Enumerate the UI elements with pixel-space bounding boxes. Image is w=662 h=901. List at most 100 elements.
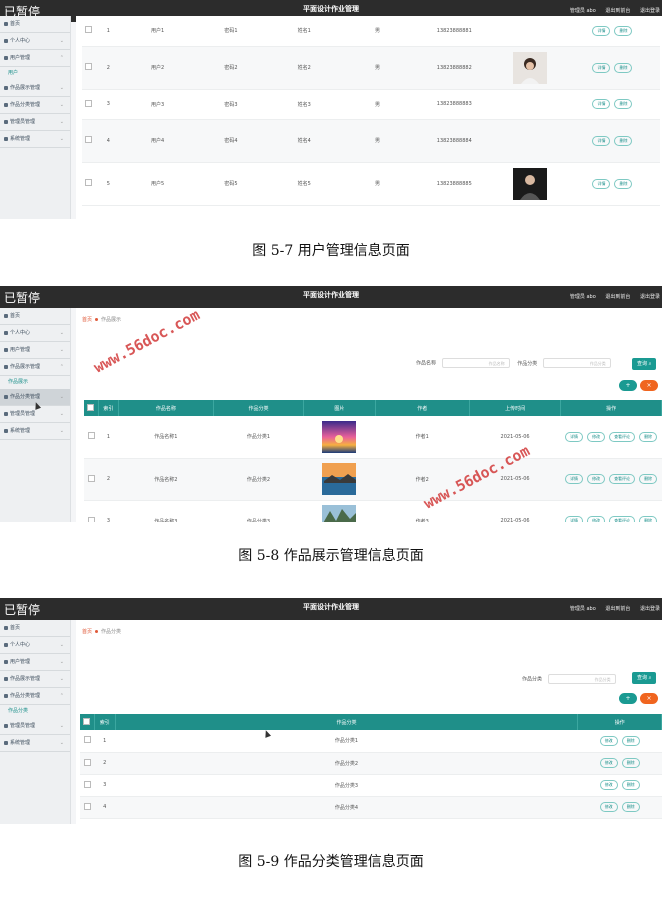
delete-button[interactable]: 删除 bbox=[614, 99, 633, 109]
detail-button[interactable]: 详情 bbox=[592, 25, 611, 36]
delete-button[interactable]: 删除 bbox=[639, 474, 658, 484]
row-checkbox[interactable] bbox=[84, 416, 99, 459]
chevron-down-icon: ⌄ bbox=[59, 740, 64, 746]
row-checkbox[interactable] bbox=[82, 46, 96, 90]
delete-button[interactable]: 删除 bbox=[621, 780, 640, 790]
row-checkbox[interactable] bbox=[80, 752, 95, 775]
logout-link[interactable]: 退出登录 bbox=[640, 8, 660, 14]
edit-button[interactable]: 修改 bbox=[587, 474, 606, 484]
nav-works-category[interactable]: 作品分类管理 ⌃ bbox=[0, 688, 70, 705]
nav-admins[interactable]: 管理员管理 ⌄ bbox=[0, 114, 70, 131]
row-checkbox[interactable] bbox=[82, 162, 96, 206]
delete-button[interactable]: 删除 bbox=[639, 516, 658, 522]
nav-sub-works-display[interactable]: 作品展示 bbox=[0, 376, 70, 389]
search-button[interactable]: 查询 ⌕ bbox=[632, 672, 657, 684]
nav-sub-users[interactable]: 用户 bbox=[0, 67, 70, 80]
search-label-category: 作品分类 bbox=[517, 360, 538, 367]
edit-button[interactable]: 修改 bbox=[599, 735, 618, 746]
nav-sub-works-category[interactable]: 作品分类 bbox=[0, 705, 70, 718]
nav-home[interactable]: 首页 bbox=[0, 16, 70, 33]
row-checkbox[interactable] bbox=[84, 458, 99, 501]
nav-system[interactable]: 系统管理 ⌄ bbox=[0, 735, 70, 752]
nav-system[interactable]: 系统管理 ⌄ bbox=[0, 423, 70, 440]
logout-link[interactable]: 退出登录 bbox=[640, 606, 660, 612]
row-checkbox[interactable] bbox=[82, 16, 96, 47]
edit-button[interactable]: 修改 bbox=[599, 780, 618, 790]
user-table: 1 用户1 密码1 姓名1 男 13823888881 详情 删除 2 用户2 密码2 姓名2 男 138… bbox=[82, 16, 660, 206]
breadcrumb-home[interactable]: 首页 bbox=[82, 317, 92, 323]
search-button[interactable]: 查询 ⌕ bbox=[632, 358, 657, 370]
admin-user-label: 管理员 abo bbox=[569, 606, 596, 612]
header-author: 作者 bbox=[375, 400, 471, 416]
edit-button[interactable]: 修改 bbox=[587, 516, 606, 522]
nav-admins[interactable]: 管理员管理 ⌄ bbox=[0, 718, 70, 735]
add-button[interactable]: + bbox=[619, 693, 637, 704]
logout-link[interactable]: 退出登录 bbox=[640, 294, 660, 300]
row-checkbox[interactable] bbox=[80, 774, 95, 797]
detail-button[interactable]: 详情 bbox=[592, 135, 611, 146]
view-comments-button[interactable]: 查看评论 bbox=[609, 516, 636, 522]
detail-button[interactable]: 详情 bbox=[565, 516, 584, 522]
delete-button[interactable]: 删除 bbox=[614, 25, 633, 36]
header-checkbox[interactable] bbox=[80, 714, 95, 730]
nav-works-display[interactable]: 作品展示管理 ⌃ bbox=[0, 359, 70, 376]
search-input-category[interactable]: 作品分类 bbox=[542, 358, 611, 368]
row-checkbox[interactable] bbox=[82, 119, 96, 163]
row-checkbox[interactable] bbox=[80, 730, 95, 753]
view-comments-button[interactable]: 查看评论 bbox=[609, 431, 636, 442]
header-checkbox[interactable] bbox=[84, 400, 99, 416]
nav-works-display[interactable]: 作品展示管理 ⌄ bbox=[0, 80, 70, 97]
delete-button[interactable]: 删除 bbox=[614, 62, 633, 73]
nav-works-display[interactable]: 作品展示管理 ⌄ bbox=[0, 671, 70, 688]
add-button[interactable]: + bbox=[619, 380, 637, 391]
cell-photo bbox=[494, 46, 565, 90]
nav-system[interactable]: 系统管理 ⌄ bbox=[0, 131, 70, 148]
nav-works-category[interactable]: 作品分类管理 ⌄ bbox=[0, 97, 70, 114]
row-checkbox[interactable] bbox=[84, 500, 99, 522]
cell-work-category: 作品分类2 bbox=[213, 458, 304, 501]
edit-button[interactable]: 修改 bbox=[599, 802, 618, 812]
edit-button[interactable]: 修改 bbox=[599, 758, 618, 768]
nav-users[interactable]: 用户管理 ⌃ bbox=[0, 50, 70, 67]
detail-button[interactable]: 详情 bbox=[592, 62, 611, 73]
nav-users[interactable]: 用户管理 ⌄ bbox=[0, 342, 70, 359]
breadcrumb-dot-icon bbox=[95, 630, 99, 633]
chevron-down-icon: ⌄ bbox=[59, 136, 64, 142]
cell-index: 3 bbox=[98, 500, 119, 522]
nav-personal[interactable]: 个人中心 ⌄ bbox=[0, 325, 70, 342]
delete-button[interactable]: 删除 bbox=[621, 758, 640, 768]
goto-front-link[interactable]: 退出到前台 bbox=[605, 8, 630, 14]
delete-button[interactable]: 删除 bbox=[621, 802, 640, 812]
delete-button[interactable]: 删除 bbox=[621, 735, 640, 746]
nav-personal[interactable]: 个人中心 ⌄ bbox=[0, 637, 70, 654]
nav-home[interactable]: 首页 bbox=[0, 308, 70, 325]
cell-operations: 详情 删除 bbox=[564, 89, 660, 120]
nav-personal[interactable]: 个人中心 ⌄ bbox=[0, 33, 70, 50]
search-input-name[interactable]: 作品名称 bbox=[441, 358, 510, 368]
detail-button[interactable]: 详情 bbox=[565, 431, 584, 442]
search-input-category[interactable]: 作品分类 bbox=[547, 674, 616, 684]
delete-button[interactable]: 删除 bbox=[614, 135, 633, 146]
row-checkbox[interactable] bbox=[80, 818, 95, 824]
delete-button[interactable]: 删除 bbox=[614, 178, 633, 189]
edit-button[interactable]: 修改 bbox=[587, 431, 606, 442]
goto-front-link[interactable]: 退出到前台 bbox=[605, 294, 630, 300]
breadcrumb-home[interactable]: 首页 bbox=[82, 629, 92, 635]
cell-image bbox=[303, 500, 375, 522]
nav-home[interactable]: 首页 bbox=[0, 620, 70, 637]
row-checkbox[interactable] bbox=[82, 89, 96, 120]
table-row: 4 用户4 密码4 姓名4 男 13823888884 详情 删除 bbox=[82, 119, 660, 163]
detail-button[interactable]: 详情 bbox=[592, 178, 611, 189]
row-checkbox[interactable] bbox=[80, 796, 95, 819]
goto-front-link[interactable]: 退出到前台 bbox=[605, 606, 630, 612]
delete-button[interactable]: 删除 bbox=[639, 431, 658, 442]
batch-delete-button[interactable]: × bbox=[640, 693, 658, 704]
detail-button[interactable]: 详情 bbox=[592, 99, 611, 109]
nav-users[interactable]: 用户管理 ⌄ bbox=[0, 654, 70, 671]
cell-account: 用户1 bbox=[120, 16, 195, 47]
view-comments-button[interactable]: 查看评论 bbox=[609, 474, 636, 484]
detail-button[interactable]: 详情 bbox=[565, 474, 584, 484]
cell-name: 姓名1 bbox=[267, 16, 341, 47]
batch-delete-button[interactable]: × bbox=[640, 380, 658, 391]
cell-index: 3 bbox=[95, 89, 121, 120]
